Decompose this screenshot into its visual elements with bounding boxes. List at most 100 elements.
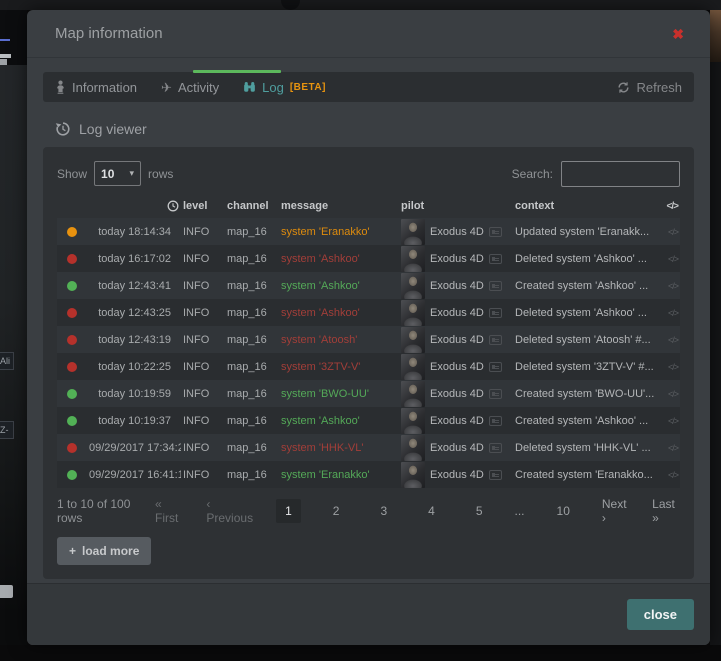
pagination-page-4[interactable]: 4 (419, 499, 444, 523)
status-dot (67, 443, 77, 453)
column-header-level[interactable]: level (181, 200, 225, 212)
pilot-name: Exodus 4D (430, 334, 484, 346)
id-card-icon (489, 227, 502, 237)
modal-header: Map information ✖ (27, 10, 710, 58)
tab-information[interactable]: Information (55, 80, 137, 95)
code-icon[interactable]: </> (662, 254, 680, 264)
table-row[interactable]: today 16:17:02 INFO map_16 system 'Ashko… (57, 245, 680, 272)
table-row[interactable]: today 12:43:19 INFO map_16 system 'Atoos… (57, 326, 680, 353)
id-card-icon (489, 470, 502, 480)
code-icon[interactable]: </> (662, 281, 680, 291)
column-header-channel[interactable]: channel (225, 200, 279, 212)
status-dot (67, 254, 77, 264)
pilot-avatar (401, 354, 425, 380)
column-header-time[interactable] (87, 200, 181, 213)
log-context: Deleted system 'Ashkoo' ... (513, 307, 662, 319)
code-icon[interactable]: </> (662, 389, 680, 399)
table-row[interactable]: today 10:19:37 INFO map_16 system 'Ashko… (57, 407, 680, 434)
pilot-avatar (401, 246, 425, 272)
pilot-name: Exodus 4D (430, 253, 484, 265)
background-ui-fragment (0, 585, 13, 598)
search-input[interactable] (561, 161, 680, 187)
status-dot (67, 308, 77, 318)
log-table-panel: Show 10 ▾ rows Search: level (43, 147, 694, 579)
log-channel: map_16 (225, 388, 279, 400)
background-panel-fragment (0, 10, 27, 65)
person-icon (55, 80, 66, 94)
table-row[interactable]: today 10:22:25 INFO map_16 system '3ZTV-… (57, 353, 680, 380)
table-row[interactable]: today 10:19:59 INFO map_16 system 'BWO-U… (57, 380, 680, 407)
modal-body: Information ✈ Activity Log [BETA] Refres… (27, 58, 710, 583)
status-dot (67, 227, 77, 237)
pagination-last[interactable]: Last » (652, 497, 680, 525)
log-level: INFO (181, 442, 225, 454)
id-card-icon (489, 335, 502, 345)
code-icon[interactable]: </> (662, 362, 680, 372)
pagination-previous[interactable]: ‹ Previous (206, 497, 253, 525)
status-dot (67, 416, 77, 426)
table-row[interactable]: today 18:14:34 INFO map_16 system 'Erana… (57, 218, 680, 245)
log-viewer-title: Log viewer (79, 121, 147, 137)
log-time: today 10:19:37 (87, 415, 181, 427)
code-icon[interactable]: </> (662, 470, 680, 480)
id-card-icon (489, 416, 502, 426)
close-button[interactable]: close (627, 599, 694, 630)
refresh-button[interactable]: Refresh (617, 80, 682, 95)
log-message: system 'Ashkoo' (279, 307, 399, 319)
pilot-avatar (401, 408, 425, 434)
pilot-name: Exodus 4D (430, 442, 484, 454)
log-level: INFO (181, 388, 225, 400)
code-icon[interactable]: </> (662, 308, 680, 318)
column-header-message[interactable]: message (279, 200, 399, 212)
code-icon[interactable]: </> (662, 443, 680, 453)
close-icon[interactable]: ✖ (672, 27, 684, 41)
pagination-info: 1 to 10 of 100 rows (57, 497, 155, 525)
tab-log[interactable]: Log [BETA] (243, 80, 326, 95)
pagination-ellipsis: ... (515, 504, 525, 518)
table-row[interactable]: 09/29/2017 17:34:25 INFO map_16 system '… (57, 434, 680, 461)
log-channel: map_16 (225, 415, 279, 427)
column-header-pilot[interactable]: pilot (399, 200, 513, 212)
pagination-next[interactable]: Next › (602, 497, 629, 525)
plane-icon: ✈ (161, 81, 172, 94)
load-more-button[interactable]: + load more (57, 537, 151, 565)
search-label: Search: (512, 167, 553, 181)
code-icon[interactable]: </> (662, 335, 680, 345)
page-size-select[interactable]: 10 ▾ (94, 161, 141, 186)
clock-icon (167, 200, 179, 212)
tab-activity[interactable]: ✈ Activity (161, 80, 219, 95)
pagination-page-10[interactable]: 10 (548, 499, 579, 523)
code-icon[interactable]: </> (662, 227, 680, 237)
pagination-first[interactable]: « First (155, 497, 183, 525)
column-header-context[interactable]: context (513, 200, 662, 212)
background-route-line (0, 39, 10, 41)
table-row[interactable]: today 12:43:25 INFO map_16 system 'Ashko… (57, 299, 680, 326)
table-row[interactable]: today 12:43:41 INFO map_16 system 'Ashko… (57, 272, 680, 299)
id-card-icon (489, 389, 502, 399)
modal-title: Map information (55, 25, 163, 42)
history-icon (55, 121, 71, 137)
pagination-page-5[interactable]: 5 (467, 499, 492, 523)
table-row[interactable]: 09/29/2017 16:41:17 INFO map_16 system '… (57, 461, 680, 488)
search-area: Search: (512, 161, 680, 187)
log-message: system 'HHK-VL' (279, 442, 399, 454)
load-more-label: load more (82, 544, 139, 558)
chevron-down-icon: ▾ (130, 168, 135, 179)
log-context: Deleted system 'Atoosh' #... (513, 334, 662, 346)
pagination-page-2[interactable]: 2 (324, 499, 349, 523)
pilot-name: Exodus 4D (430, 307, 484, 319)
beta-badge: [BETA] (290, 82, 326, 93)
pilot-name: Exodus 4D (430, 280, 484, 292)
log-level: INFO (181, 280, 225, 292)
pilot-name: Exodus 4D (430, 388, 484, 400)
pagination-page-3[interactable]: 3 (371, 499, 396, 523)
log-channel: map_16 (225, 280, 279, 292)
log-time: today 12:43:25 (87, 307, 181, 319)
log-message: system 'Ashkoo' (279, 253, 399, 265)
active-tab-indicator (193, 70, 281, 73)
code-icon[interactable]: </> (662, 416, 680, 426)
log-channel: map_16 (225, 334, 279, 346)
pilot-name: Exodus 4D (430, 415, 484, 427)
status-dot (67, 389, 77, 399)
pagination-page-1[interactable]: 1 (276, 499, 301, 523)
